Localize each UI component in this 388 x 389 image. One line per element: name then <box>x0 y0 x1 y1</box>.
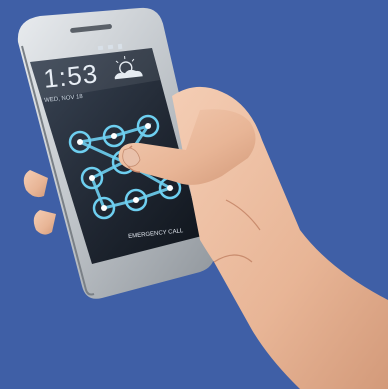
wifi-icon <box>97 45 104 51</box>
phone-in-hand-illustration <box>17 7 388 389</box>
battery-icon <box>117 43 123 50</box>
lockscreen-time: 1:53 <box>42 58 100 94</box>
signal-icon <box>107 44 114 50</box>
photo-scene: 1:53 WED, NOV 18 EMERGENCY CALL <box>0 0 388 389</box>
